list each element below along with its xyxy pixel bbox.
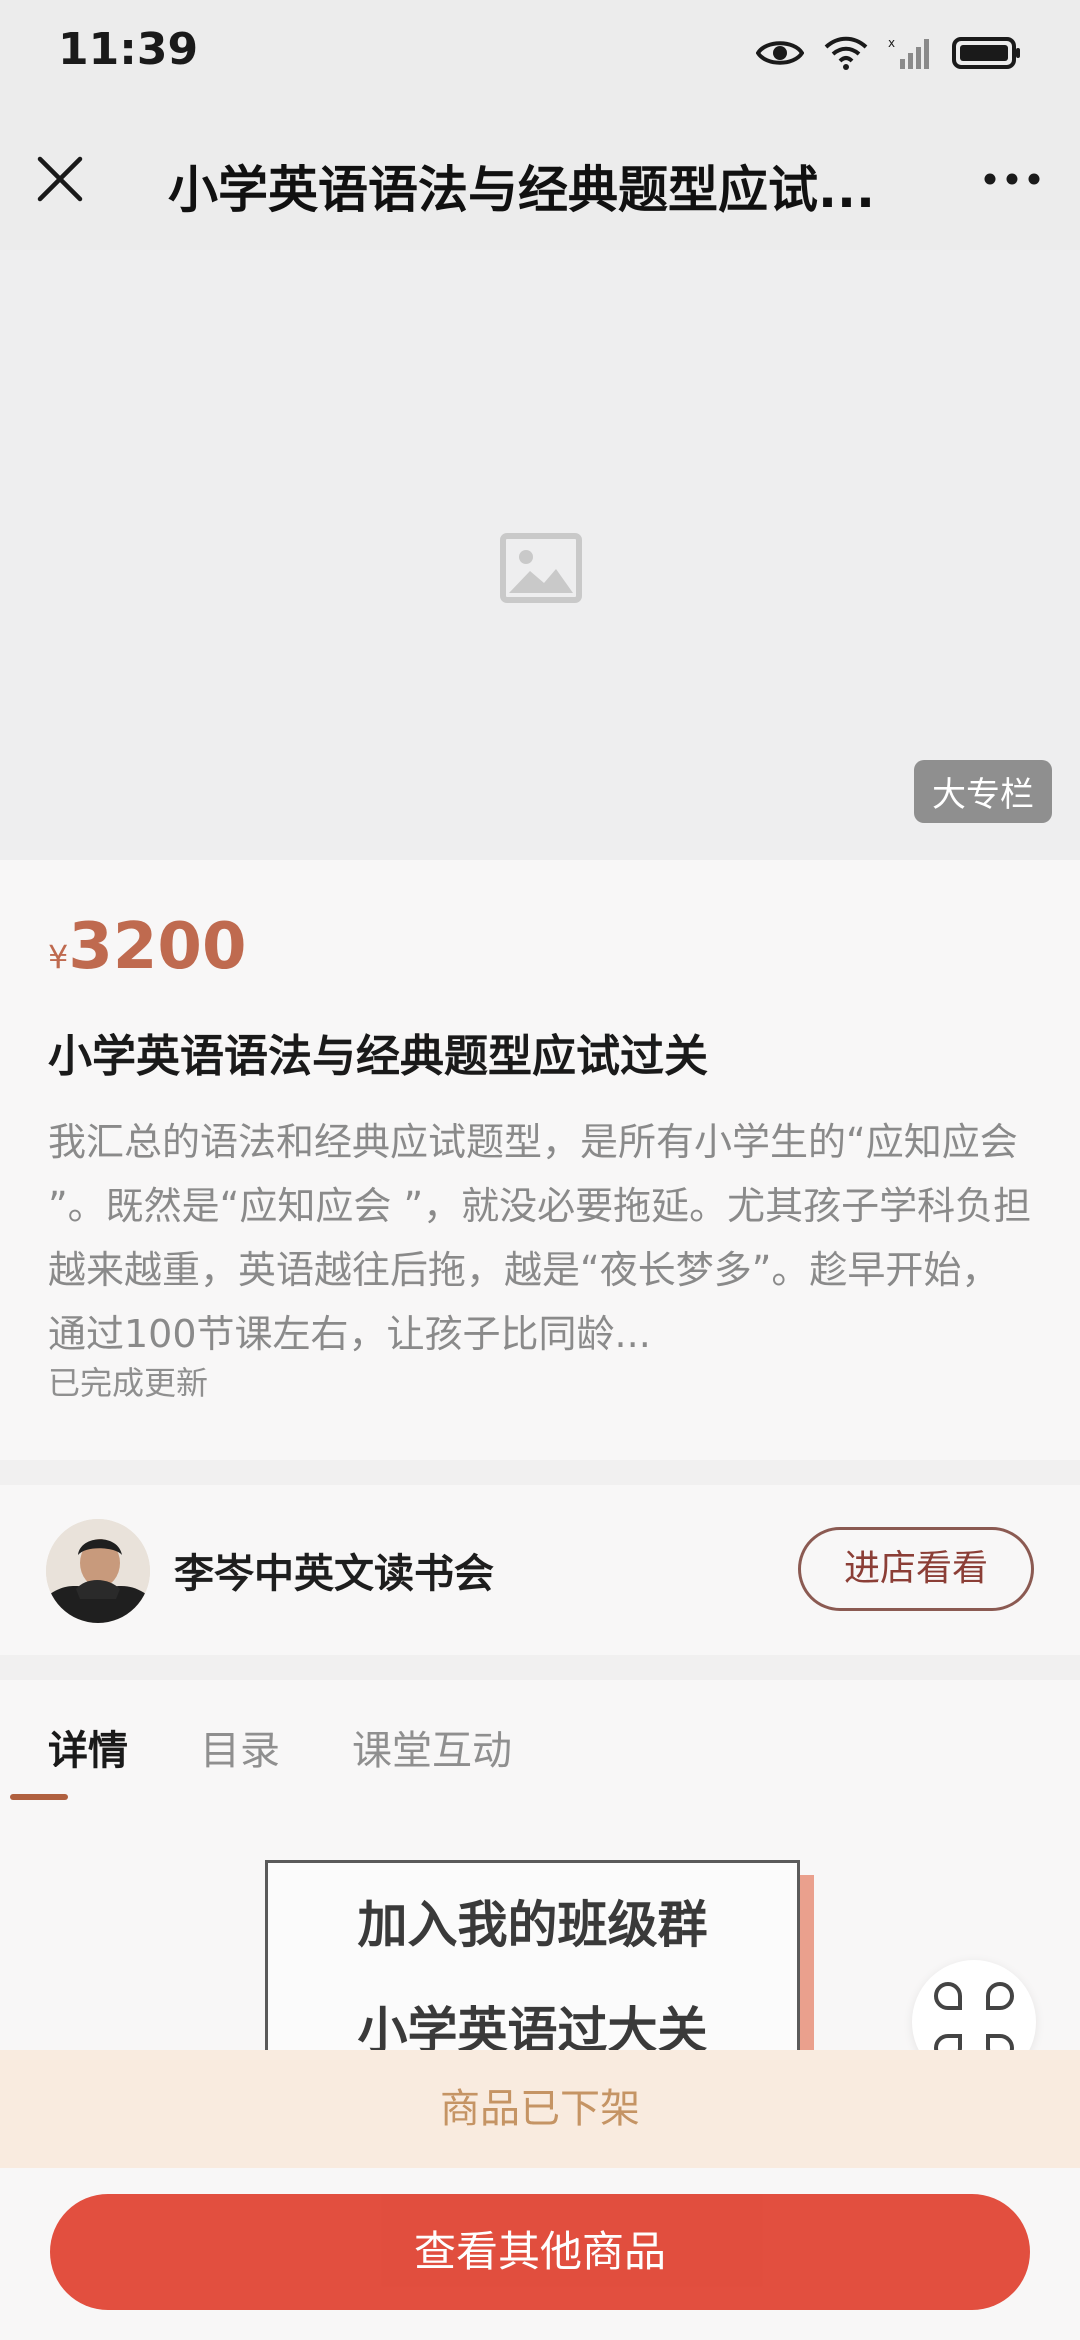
- cover-image: 大专栏: [0, 250, 1080, 860]
- tab-details[interactable]: 详情: [48, 1718, 128, 1776]
- tab-catalog[interactable]: 目录: [200, 1718, 280, 1776]
- visit-shop-button[interactable]: 进店看看: [798, 1527, 1034, 1611]
- more-icon[interactable]: [980, 159, 1044, 199]
- update-status: 已完成更新: [48, 1364, 209, 1402]
- status-bar: 11:39 x: [0, 0, 1080, 105]
- shop-row: 李岑中英文读书会 进店看看: [0, 1485, 1080, 1655]
- shop-name[interactable]: 李岑中英文读书会: [174, 1541, 494, 1599]
- view-other-products-button[interactable]: 查看其他商品: [50, 2194, 1030, 2310]
- poster-line-1: 加入我的班级群: [357, 1896, 708, 1954]
- signal-icon: x: [888, 36, 929, 69]
- tab-classroom-interaction[interactable]: 课堂互动: [352, 1718, 512, 1776]
- image-placeholder-icon: [500, 533, 582, 603]
- price: ¥3200: [48, 910, 246, 984]
- wifi-icon: [824, 36, 868, 70]
- close-icon[interactable]: [34, 153, 86, 205]
- product-page: 11:39 x 小学英语语法与经典题型应试... 大专栏 ¥3200 小学英语语…: [0, 0, 1080, 2340]
- nav-bar: 小学英语语法与经典题型应试...: [0, 105, 1080, 250]
- product-description[interactable]: 我汇总的语法和经典应试题型，是所有小学生的“应知应会 ”。既然是“应知应会 ”，…: [48, 1110, 1032, 1366]
- svg-text:x: x: [888, 36, 895, 50]
- active-tab-indicator: [10, 1794, 68, 1800]
- price-value: 3200: [68, 910, 247, 984]
- currency-symbol: ¥: [48, 938, 69, 976]
- tab-bar: 详情 目录 课堂互动: [48, 1718, 512, 1776]
- product-info: ¥3200 小学英语语法与经典题型应试过关 我汇总的语法和经典应试题型，是所有小…: [0, 860, 1080, 1460]
- avatar[interactable]: [46, 1519, 150, 1623]
- eye-icon: [756, 41, 804, 65]
- page-title: 小学英语语法与经典题型应试...: [168, 161, 875, 219]
- column-badge: 大专栏: [914, 760, 1052, 823]
- bottom-bar: 查看其他商品: [0, 2168, 1080, 2340]
- status-icons: x: [756, 28, 1022, 78]
- status-time: 11:39: [58, 24, 199, 75]
- product-title: 小学英语语法与经典题型应试过关: [48, 1031, 708, 1082]
- offline-notice: 商品已下架: [0, 2050, 1080, 2168]
- battery-icon: [952, 37, 1020, 69]
